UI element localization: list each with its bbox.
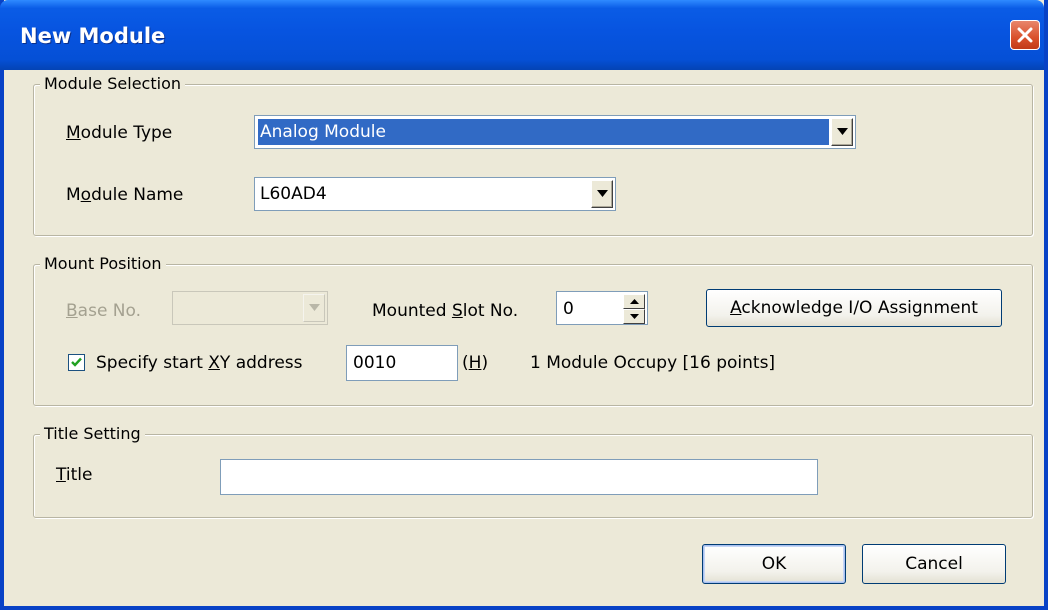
- title-label: Title: [56, 465, 93, 485]
- chevron-down-icon: [309, 304, 320, 311]
- cancel-button[interactable]: Cancel: [862, 544, 1006, 584]
- ok-button[interactable]: OK: [702, 544, 846, 584]
- slot-no-down-button[interactable]: [623, 309, 645, 324]
- close-button[interactable]: [1010, 20, 1040, 50]
- specify-start-xy-checkbox[interactable]: [68, 354, 85, 371]
- module-name-value: L60AD4: [260, 184, 327, 204]
- module-name-dropdown-button[interactable]: [591, 180, 613, 208]
- module-type-select[interactable]: Analog Module: [254, 115, 856, 149]
- spin-up-icon: [630, 299, 639, 304]
- module-type-dropdown-button[interactable]: [831, 118, 853, 146]
- title-input[interactable]: [220, 459, 818, 495]
- chevron-down-icon: [597, 190, 608, 197]
- slot-no-spinner[interactable]: 0: [556, 291, 648, 325]
- title-bar: New Module: [0, 0, 1044, 70]
- base-no-dropdown-button[interactable]: [303, 294, 325, 322]
- specify-start-xy-label: Specify start XY address: [96, 353, 303, 373]
- acknowledge-io-assignment-button[interactable]: Acknowledge I/O Assignment: [706, 289, 1002, 327]
- slot-no-value: 0: [563, 299, 574, 319]
- title-setting-group: Title Setting Title: [33, 424, 1033, 518]
- check-icon: [71, 357, 82, 367]
- chevron-down-icon: [837, 128, 848, 135]
- mount-position-group: Mount Position Base No. Mounted Slot No.…: [33, 254, 1033, 406]
- new-module-dialog: New Module Module Selection Module Type …: [0, 0, 1048, 610]
- module-type-value: Analog Module: [258, 119, 829, 145]
- hex-unit-label: (H): [462, 353, 489, 373]
- module-name-select[interactable]: L60AD4: [254, 177, 616, 211]
- module-selection-group: Module Selection Module Type Analog Modu…: [33, 74, 1033, 236]
- spin-down-icon: [630, 314, 639, 319]
- module-occupy-text: 1 Module Occupy [16 points]: [530, 353, 776, 373]
- window-title: New Module: [20, 24, 166, 48]
- base-no-label: Base No.: [66, 301, 142, 321]
- base-no-value: [176, 295, 301, 321]
- slot-no-label: Mounted Slot No.: [372, 301, 519, 321]
- module-type-label: Module Type: [66, 123, 173, 143]
- module-selection-legend: Module Selection: [40, 74, 185, 94]
- mount-position-legend: Mount Position: [40, 254, 166, 274]
- base-no-select[interactable]: [172, 291, 328, 325]
- slot-no-up-button[interactable]: [623, 294, 645, 309]
- close-icon: [1017, 27, 1033, 43]
- start-xy-address-input[interactable]: 0010: [346, 345, 458, 381]
- module-name-label: Module Name: [66, 185, 184, 205]
- title-setting-legend: Title Setting: [40, 424, 145, 444]
